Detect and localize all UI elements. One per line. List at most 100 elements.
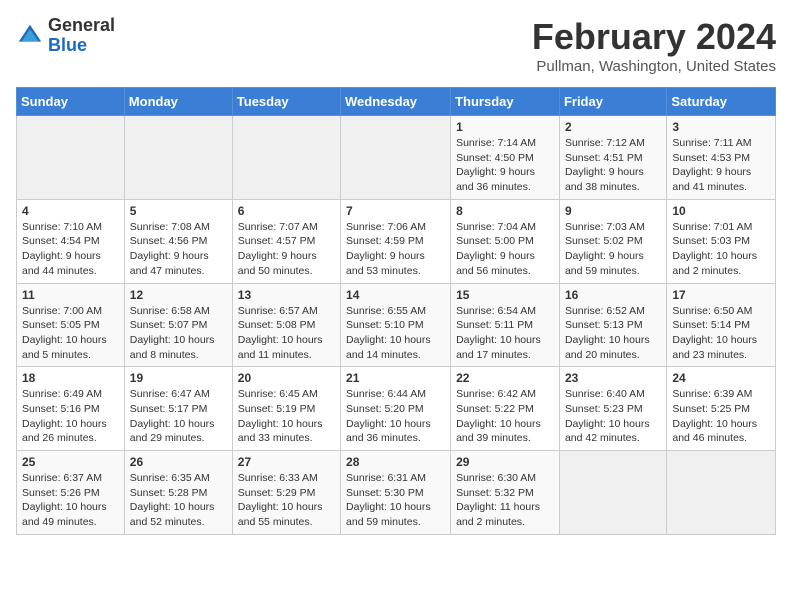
logo-icon xyxy=(16,22,44,50)
day-number: 18 xyxy=(22,371,119,385)
calendar-cell xyxy=(341,116,451,200)
day-info: Sunrise: 7:12 AM Sunset: 4:51 PM Dayligh… xyxy=(565,136,661,195)
day-info: Sunrise: 7:04 AM Sunset: 5:00 PM Dayligh… xyxy=(456,220,554,279)
day-number: 14 xyxy=(346,288,445,302)
day-info: Sunrise: 7:07 AM Sunset: 4:57 PM Dayligh… xyxy=(238,220,335,279)
calendar-week-row: 25 Sunrise: 6:37 AM Sunset: 5:26 PM Dayli… xyxy=(17,451,776,535)
calendar-cell xyxy=(232,116,340,200)
day-number: 22 xyxy=(456,371,554,385)
day-info: Sunrise: 6:42 AM Sunset: 5:22 PM Dayligh… xyxy=(456,387,554,446)
day-number: 5 xyxy=(130,204,227,218)
calendar-cell: 16 Sunrise: 6:52 AM Sunset: 5:13 PM Dayli… xyxy=(559,283,666,367)
day-number: 12 xyxy=(130,288,227,302)
day-info: Sunrise: 6:45 AM Sunset: 5:19 PM Dayligh… xyxy=(238,387,335,446)
day-info: Sunrise: 6:40 AM Sunset: 5:23 PM Dayligh… xyxy=(565,387,661,446)
day-number: 24 xyxy=(672,371,770,385)
weekday-header: Monday xyxy=(124,88,232,116)
weekday-header: Tuesday xyxy=(232,88,340,116)
calendar-cell: 9Sunrise: 7:03 AM Sunset: 5:02 PM Daylig… xyxy=(559,199,666,283)
calendar-cell: 10Sunrise: 7:01 AM Sunset: 5:03 PM Dayli… xyxy=(667,199,776,283)
calendar-cell: 2 Sunrise: 7:12 AM Sunset: 4:51 PM Daylig… xyxy=(559,116,666,200)
calendar-cell: 20 Sunrise: 6:45 AM Sunset: 5:19 PM Dayli… xyxy=(232,367,340,451)
calendar-cell: 15 Sunrise: 6:54 AM Sunset: 5:11 PM Dayli… xyxy=(451,283,560,367)
day-number: 11 xyxy=(22,288,119,302)
calendar-cell: 1 Sunrise: 7:14 AM Sunset: 4:50 PM Daylig… xyxy=(451,116,560,200)
day-info: Sunrise: 7:14 AM Sunset: 4:50 PM Dayligh… xyxy=(456,136,554,195)
day-info: Sunrise: 7:08 AM Sunset: 4:56 PM Dayligh… xyxy=(130,220,227,279)
day-number: 23 xyxy=(565,371,661,385)
month-title: February 2024 xyxy=(532,16,776,58)
day-number: 20 xyxy=(238,371,335,385)
calendar-cell xyxy=(559,451,666,535)
day-number: 10 xyxy=(672,204,770,218)
calendar-cell xyxy=(17,116,125,200)
calendar-cell: 26 Sunrise: 6:35 AM Sunset: 5:28 PM Dayli… xyxy=(124,451,232,535)
day-number: 28 xyxy=(346,455,445,469)
day-info: Sunrise: 6:55 AM Sunset: 5:10 PM Dayligh… xyxy=(346,304,445,363)
logo-blue: Blue xyxy=(48,35,87,55)
calendar-table: SundayMondayTuesdayWednesdayThursdayFrid… xyxy=(16,87,776,535)
day-info: Sunrise: 6:30 AM Sunset: 5:32 PM Dayligh… xyxy=(456,471,554,530)
calendar-cell xyxy=(667,451,776,535)
day-number: 27 xyxy=(238,455,335,469)
day-number: 6 xyxy=(238,204,335,218)
day-info: Sunrise: 6:47 AM Sunset: 5:17 PM Dayligh… xyxy=(130,387,227,446)
calendar-cell: 18 Sunrise: 6:49 AM Sunset: 5:16 PM Dayli… xyxy=(17,367,125,451)
calendar-cell: 21 Sunrise: 6:44 AM Sunset: 5:20 PM Dayli… xyxy=(341,367,451,451)
day-number: 21 xyxy=(346,371,445,385)
day-info: Sunrise: 7:00 AM Sunset: 5:05 PM Dayligh… xyxy=(22,304,119,363)
calendar-cell: 7 Sunrise: 7:06 AM Sunset: 4:59 PM Daylig… xyxy=(341,199,451,283)
day-info: Sunrise: 6:37 AM Sunset: 5:26 PM Dayligh… xyxy=(22,471,119,530)
day-number: 8 xyxy=(456,204,554,218)
calendar-cell: 17Sunrise: 6:50 AM Sunset: 5:14 PM Dayli… xyxy=(667,283,776,367)
day-number: 3 xyxy=(672,120,770,134)
weekday-header-row: SundayMondayTuesdayWednesdayThursdayFrid… xyxy=(17,88,776,116)
day-info: Sunrise: 6:35 AM Sunset: 5:28 PM Dayligh… xyxy=(130,471,227,530)
day-number: 19 xyxy=(130,371,227,385)
calendar-cell: 27 Sunrise: 6:33 AM Sunset: 5:29 PM Dayli… xyxy=(232,451,340,535)
day-info: Sunrise: 6:44 AM Sunset: 5:20 PM Dayligh… xyxy=(346,387,445,446)
day-number: 4 xyxy=(22,204,119,218)
page-header: General Blue February 2024 Pullman, Wash… xyxy=(16,16,776,75)
calendar-week-row: 1 Sunrise: 7:14 AM Sunset: 4:50 PM Daylig… xyxy=(17,116,776,200)
weekday-header: Saturday xyxy=(667,88,776,116)
day-number: 15 xyxy=(456,288,554,302)
day-number: 26 xyxy=(130,455,227,469)
calendar-cell: 19 Sunrise: 6:47 AM Sunset: 5:17 PM Dayli… xyxy=(124,367,232,451)
calendar-cell: 23 Sunrise: 6:40 AM Sunset: 5:23 PM Dayli… xyxy=(559,367,666,451)
calendar-cell: 11 Sunrise: 7:00 AM Sunset: 5:05 PM Dayli… xyxy=(17,283,125,367)
calendar-cell: 13Sunrise: 6:57 AM Sunset: 5:08 PM Dayli… xyxy=(232,283,340,367)
calendar-cell: 29Sunrise: 6:30 AM Sunset: 5:32 PM Dayli… xyxy=(451,451,560,535)
calendar-cell: 8 Sunrise: 7:04 AM Sunset: 5:00 PM Daylig… xyxy=(451,199,560,283)
day-info: Sunrise: 7:11 AM Sunset: 4:53 PM Dayligh… xyxy=(672,136,770,195)
day-info: Sunrise: 6:50 AM Sunset: 5:14 PM Dayligh… xyxy=(672,304,770,363)
calendar-cell xyxy=(124,116,232,200)
day-info: Sunrise: 6:33 AM Sunset: 5:29 PM Dayligh… xyxy=(238,471,335,530)
calendar-cell: 28 Sunrise: 6:31 AM Sunset: 5:30 PM Dayli… xyxy=(341,451,451,535)
logo-general: General xyxy=(48,15,115,35)
logo-text: General Blue xyxy=(48,16,115,56)
weekday-header: Sunday xyxy=(17,88,125,116)
calendar-cell: 3 Sunrise: 7:11 AM Sunset: 4:53 PM Daylig… xyxy=(667,116,776,200)
weekday-header: Wednesday xyxy=(341,88,451,116)
day-number: 16 xyxy=(565,288,661,302)
calendar-cell: 5 Sunrise: 7:08 AM Sunset: 4:56 PM Daylig… xyxy=(124,199,232,283)
day-info: Sunrise: 7:06 AM Sunset: 4:59 PM Dayligh… xyxy=(346,220,445,279)
day-number: 2 xyxy=(565,120,661,134)
day-number: 13 xyxy=(238,288,335,302)
day-info: Sunrise: 6:49 AM Sunset: 5:16 PM Dayligh… xyxy=(22,387,119,446)
calendar-cell: 6 Sunrise: 7:07 AM Sunset: 4:57 PM Daylig… xyxy=(232,199,340,283)
day-info: Sunrise: 7:03 AM Sunset: 5:02 PM Dayligh… xyxy=(565,220,661,279)
day-number: 25 xyxy=(22,455,119,469)
day-number: 7 xyxy=(346,204,445,218)
location: Pullman, Washington, United States xyxy=(532,58,776,75)
day-info: Sunrise: 6:31 AM Sunset: 5:30 PM Dayligh… xyxy=(346,471,445,530)
day-number: 1 xyxy=(456,120,554,134)
day-info: Sunrise: 6:52 AM Sunset: 5:13 PM Dayligh… xyxy=(565,304,661,363)
calendar-cell: 22 Sunrise: 6:42 AM Sunset: 5:22 PM Dayli… xyxy=(451,367,560,451)
day-info: Sunrise: 6:54 AM Sunset: 5:11 PM Dayligh… xyxy=(456,304,554,363)
weekday-header: Friday xyxy=(559,88,666,116)
calendar-cell: 25 Sunrise: 6:37 AM Sunset: 5:26 PM Dayli… xyxy=(17,451,125,535)
day-info: Sunrise: 6:39 AM Sunset: 5:25 PM Dayligh… xyxy=(672,387,770,446)
calendar-week-row: 4Sunrise: 7:10 AM Sunset: 4:54 PM Daylig… xyxy=(17,199,776,283)
